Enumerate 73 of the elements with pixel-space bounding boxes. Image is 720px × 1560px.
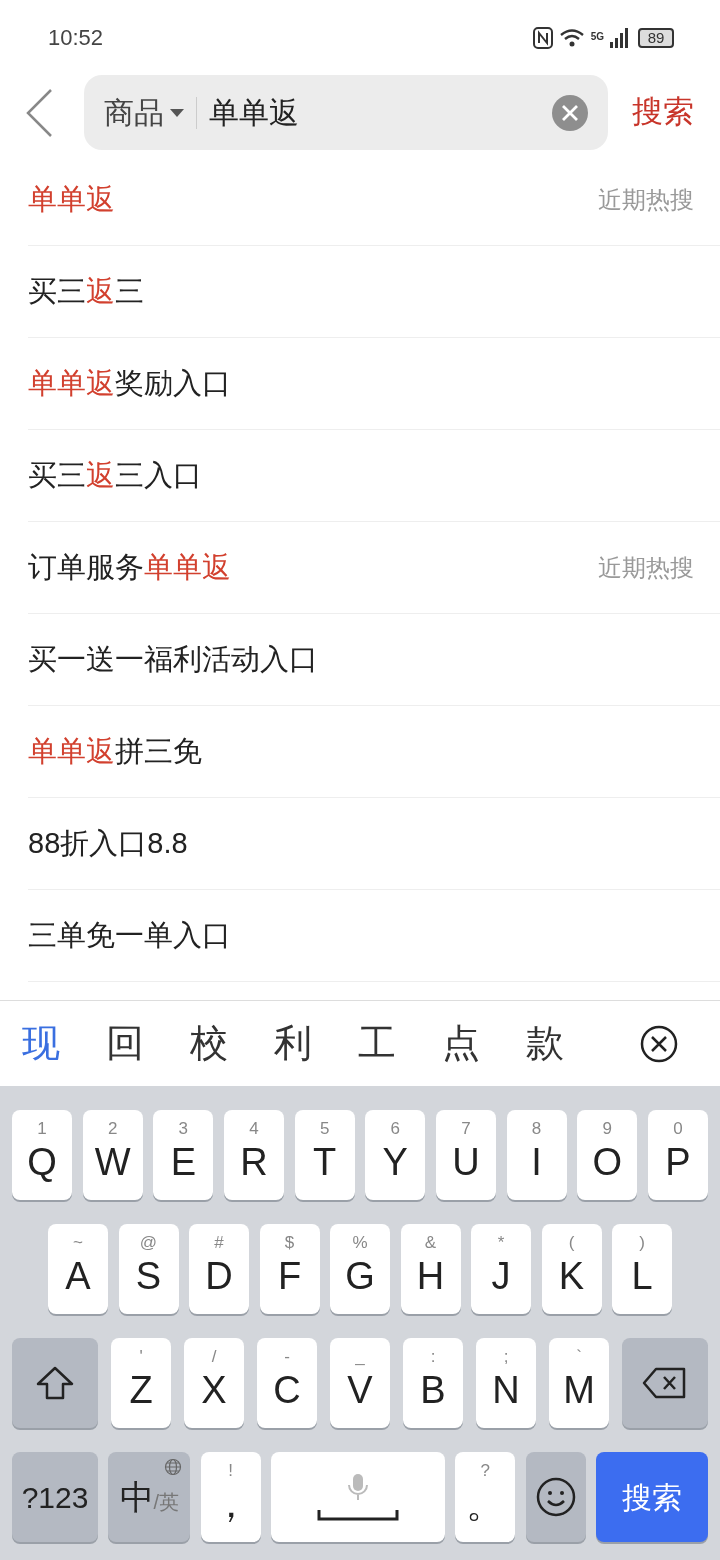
letter-key[interactable]: 1 Q bbox=[12, 1110, 72, 1200]
candidate-word[interactable]: 利 bbox=[274, 1015, 358, 1072]
clock: 10:52 bbox=[48, 24, 104, 52]
letter-key[interactable]: 4 R bbox=[223, 1110, 284, 1200]
hot-search-tag: 近期热搜 bbox=[598, 549, 694, 586]
suggestion-item[interactable]: 三单免一单入口 bbox=[28, 913, 231, 958]
globe-icon bbox=[164, 1458, 183, 1476]
backspace-icon bbox=[642, 1366, 688, 1400]
backspace-key[interactable] bbox=[622, 1338, 708, 1428]
search-key[interactable]: 搜索 bbox=[595, 1452, 708, 1542]
letter-key[interactable]: ' Z bbox=[111, 1338, 171, 1428]
letter-key[interactable]: % G bbox=[330, 1224, 390, 1314]
smiley-icon bbox=[535, 1477, 576, 1517]
clear-icon[interactable] bbox=[552, 94, 588, 131]
symbols-key[interactable]: ?123 bbox=[12, 1452, 98, 1542]
letter-key[interactable]: 9 O bbox=[577, 1110, 638, 1200]
back-icon[interactable] bbox=[24, 87, 54, 138]
letter-key[interactable]: ` M bbox=[549, 1338, 609, 1428]
suggestion-item[interactable]: 单单返 bbox=[28, 177, 115, 222]
letter-key[interactable]: ~ A bbox=[48, 1224, 108, 1314]
wifi-icon bbox=[558, 27, 585, 48]
letter-key[interactable]: * J bbox=[471, 1224, 531, 1314]
suggestion-item[interactable]: 买一送一福利活动入口 bbox=[28, 637, 318, 682]
scope-dropdown[interactable]: 商品 bbox=[104, 90, 184, 135]
letter-key[interactable]: ) L bbox=[612, 1224, 672, 1314]
shift-icon bbox=[35, 1365, 75, 1401]
caret-icon bbox=[170, 108, 184, 117]
space-bar-icon bbox=[317, 1509, 399, 1521]
search-text: 单单返 bbox=[209, 95, 300, 131]
letter-key[interactable]: $ F bbox=[259, 1224, 320, 1314]
letter-key[interactable]: 6 Y bbox=[365, 1110, 426, 1200]
letter-key[interactable]: 5 T bbox=[294, 1110, 355, 1200]
close-icon[interactable] bbox=[640, 1024, 678, 1063]
suggestion-item[interactable]: 买三返三入口 bbox=[28, 453, 202, 498]
letter-key[interactable]: & H bbox=[400, 1224, 461, 1314]
letter-key[interactable]: # D bbox=[189, 1224, 249, 1314]
shift-key[interactable] bbox=[12, 1338, 98, 1428]
search-field[interactable]: 商品 单单返 bbox=[84, 75, 608, 150]
candidate-word[interactable]: 款 bbox=[526, 1015, 610, 1072]
language-key[interactable]: 中/英 bbox=[108, 1452, 191, 1542]
candidate-word[interactable]: 点 bbox=[442, 1015, 526, 1072]
suggestion-item[interactable]: 88折入口8.8 bbox=[28, 821, 188, 866]
letter-key[interactable]: _ V bbox=[330, 1338, 390, 1428]
letter-key[interactable]: / X bbox=[184, 1338, 244, 1428]
candidate-word[interactable]: 现 bbox=[22, 1015, 106, 1072]
letter-key[interactable]: 7 U bbox=[435, 1110, 496, 1200]
battery-indicator: 89 bbox=[638, 27, 674, 48]
letter-key[interactable]: - C bbox=[257, 1338, 317, 1428]
letter-key[interactable]: 2 W bbox=[82, 1110, 143, 1200]
emoji-key[interactable] bbox=[525, 1452, 586, 1542]
letter-key[interactable]: : B bbox=[403, 1338, 463, 1428]
letter-key[interactable]: ( K bbox=[541, 1224, 602, 1314]
candidate-word[interactable]: 工 bbox=[358, 1015, 442, 1072]
nfc-icon bbox=[532, 26, 553, 49]
letter-key[interactable]: ! ， bbox=[200, 1452, 261, 1542]
hot-search-tag: 近期热搜 bbox=[598, 181, 694, 218]
search-button[interactable]: 搜索 bbox=[632, 89, 694, 136]
signal-icon bbox=[610, 27, 628, 48]
letter-key[interactable]: ? 。 bbox=[455, 1452, 516, 1542]
suggestion-item[interactable]: 单单返奖励入口 bbox=[28, 361, 231, 406]
letter-key[interactable]: 8 I bbox=[506, 1110, 567, 1200]
letter-key[interactable]: 0 P bbox=[647, 1110, 708, 1200]
suggestion-item[interactable]: 订单服务单单返 bbox=[28, 545, 231, 590]
candidate-word[interactable]: 回 bbox=[106, 1015, 190, 1072]
suggestion-item[interactable]: 单单返拼三免 bbox=[28, 729, 202, 774]
letter-key[interactable]: 3 E bbox=[153, 1110, 214, 1200]
letter-key[interactable]: @ S bbox=[118, 1224, 179, 1314]
network-label: 5G bbox=[590, 29, 604, 44]
candidate-word[interactable]: 校 bbox=[190, 1015, 274, 1072]
microphone-icon bbox=[347, 1473, 369, 1501]
suggestion-item[interactable]: 买三返三 bbox=[28, 269, 144, 314]
letter-key[interactable]: ; N bbox=[476, 1338, 536, 1428]
space-key[interactable] bbox=[271, 1452, 445, 1542]
